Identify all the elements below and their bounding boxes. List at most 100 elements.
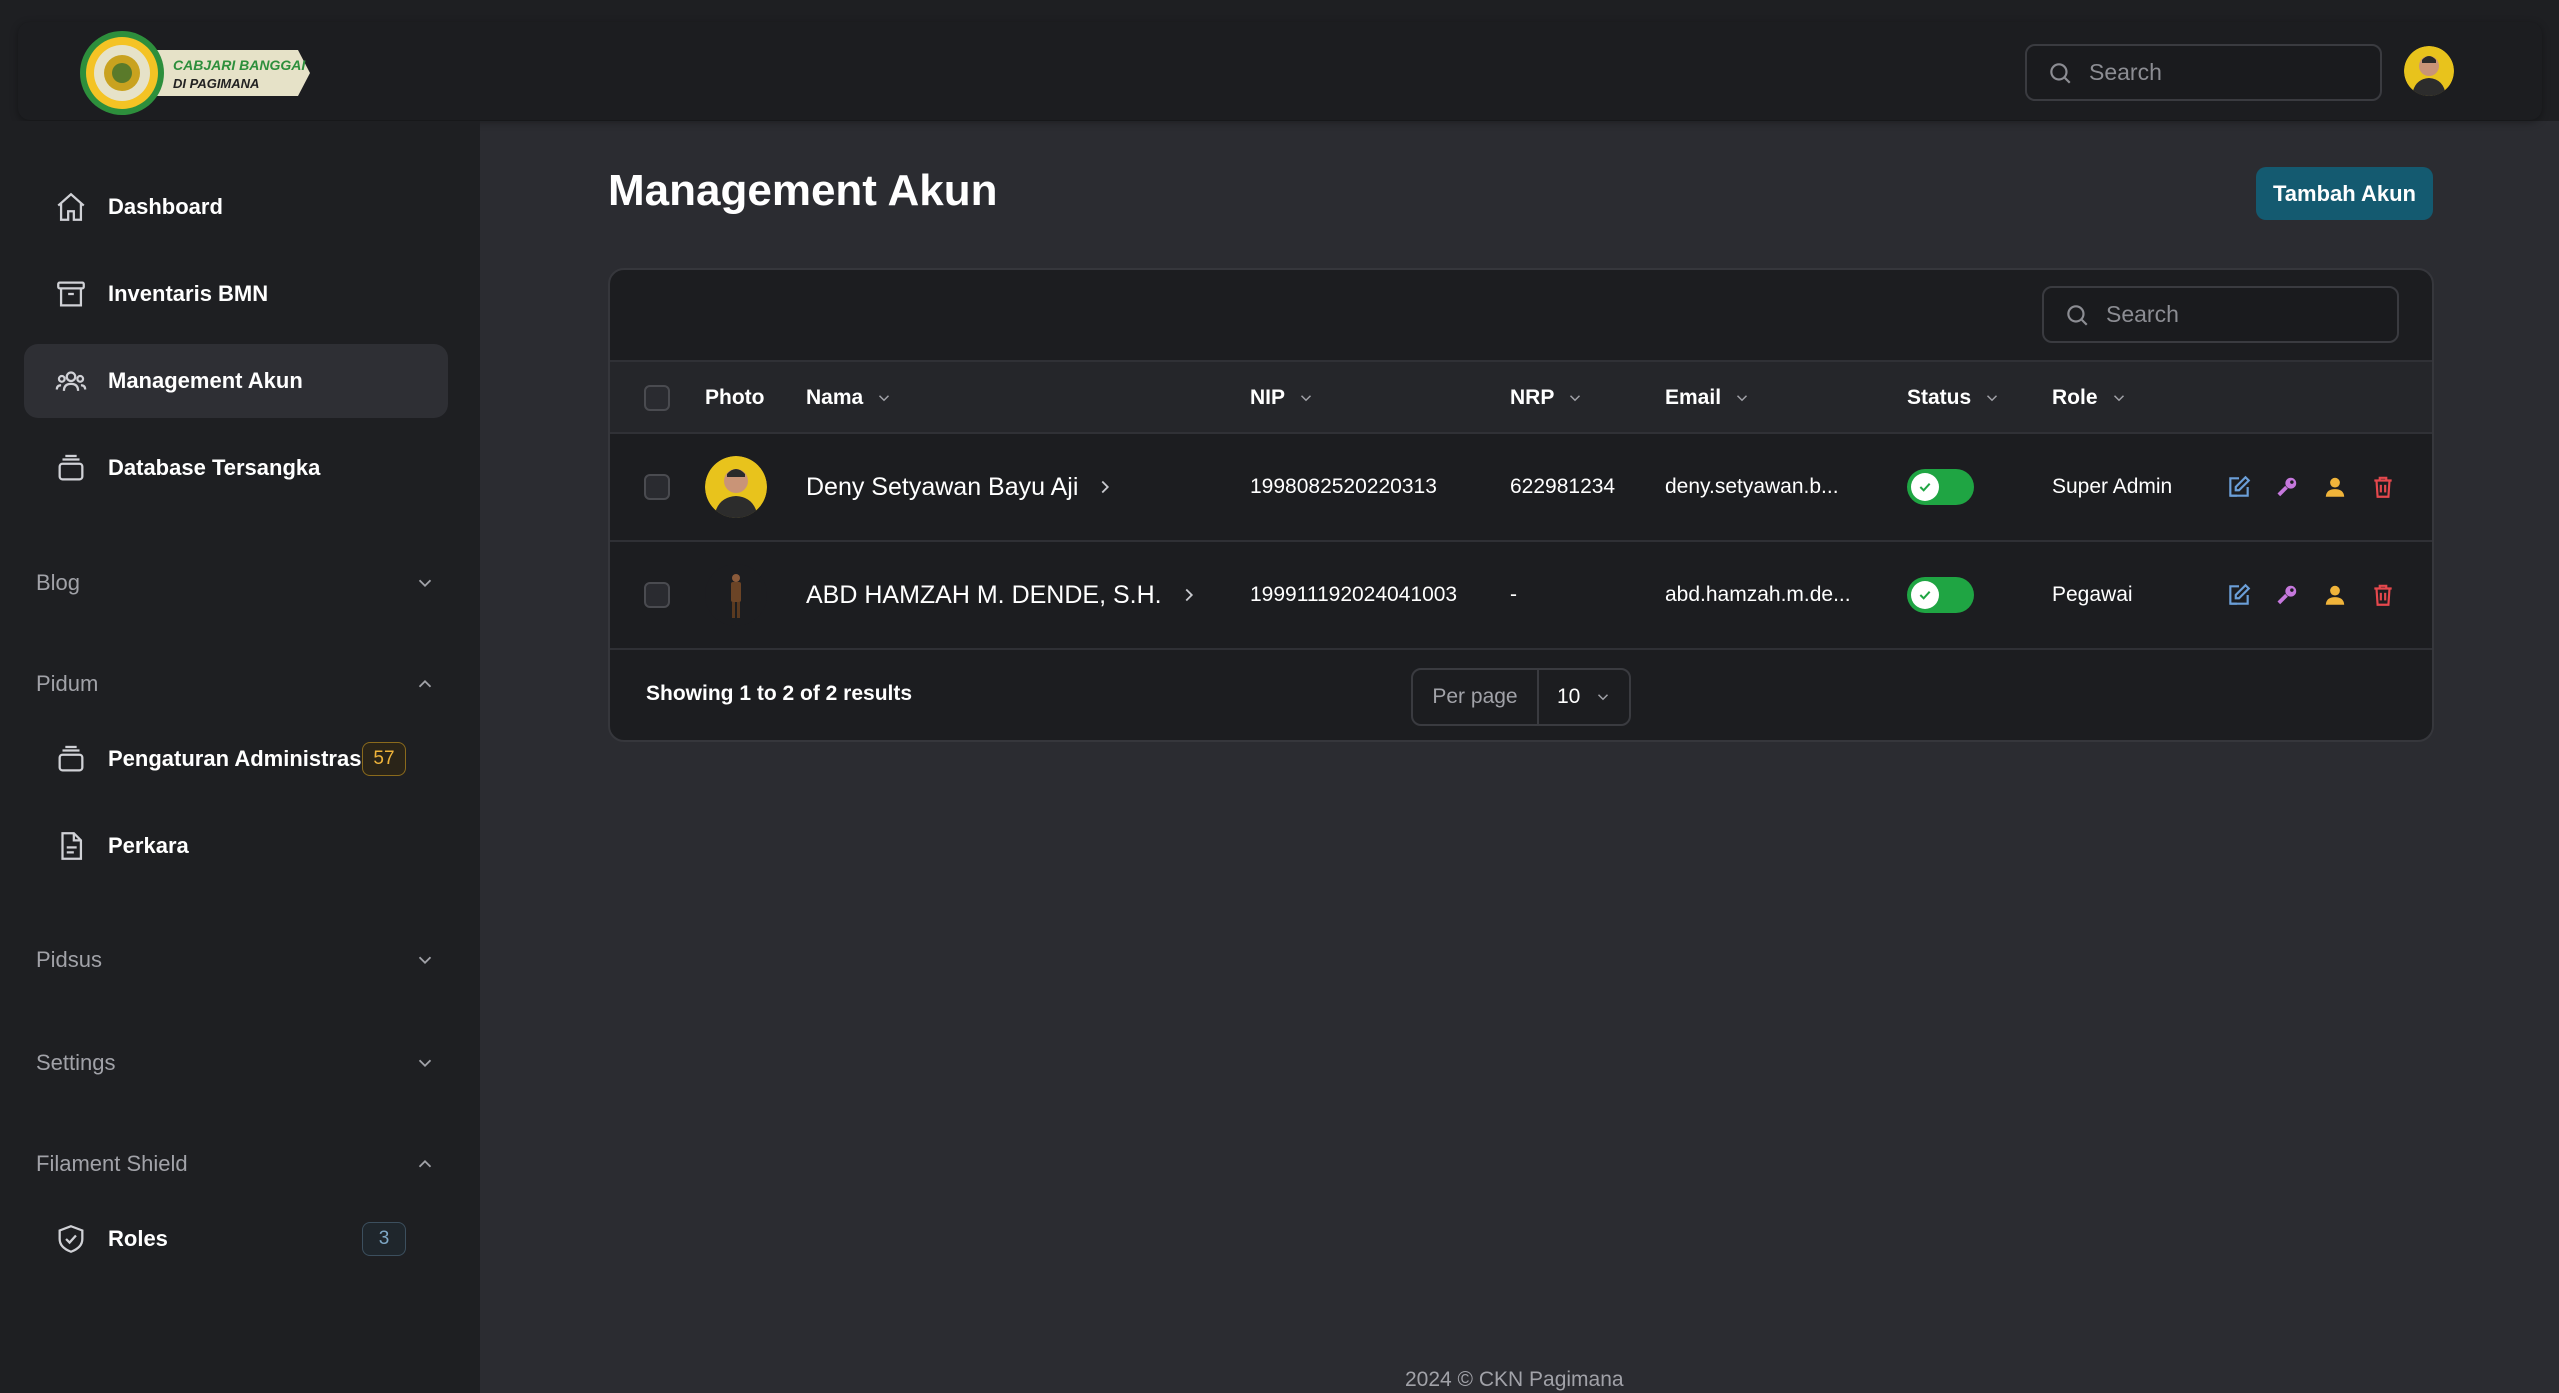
chevron-down-icon bbox=[879, 395, 890, 402]
sidebar-item-label: Pengaturan Administrasi bbox=[108, 746, 368, 771]
chevron-down-icon bbox=[2113, 395, 2124, 402]
sidebar-group-label: Pidum bbox=[36, 671, 99, 696]
column-nip[interactable]: NIP bbox=[1250, 362, 1315, 434]
global-search-input[interactable]: Search bbox=[2025, 44, 2382, 101]
role-cell: Pegawai bbox=[2052, 583, 2133, 606]
per-page-value[interactable]: 10 bbox=[1539, 670, 1629, 724]
sidebar-item-perkara[interactable]: Perkara bbox=[24, 809, 448, 883]
brand-line-2: DI PAGIMANA bbox=[173, 76, 259, 91]
key-icon[interactable] bbox=[2274, 474, 2300, 500]
chevron-down-icon bbox=[1987, 395, 1998, 402]
sidebar-item-dashboard[interactable]: Dashboard bbox=[24, 170, 448, 244]
user-photo bbox=[705, 564, 767, 626]
nip-cell: 1998082520220313 bbox=[1250, 475, 1437, 498]
sidebar-item-label: Perkara bbox=[108, 833, 189, 858]
row-checkbox[interactable] bbox=[644, 582, 670, 608]
user-name-link[interactable]: Deny Setyawan Bayu Aji bbox=[806, 434, 1116, 540]
add-account-button[interactable]: Tambah Akun bbox=[2256, 167, 2433, 220]
sidebar-item-inventaris-bmn[interactable]: Inventaris BMN bbox=[24, 257, 448, 331]
chevron-down-icon bbox=[1598, 694, 1609, 701]
column-status[interactable]: Status bbox=[1907, 362, 2001, 434]
chevron-down-icon bbox=[418, 956, 432, 965]
shield-check-icon bbox=[58, 1225, 84, 1253]
user-photo bbox=[705, 456, 767, 518]
nrp-cell: 622981234 bbox=[1510, 475, 1616, 498]
archive-icon bbox=[57, 281, 85, 307]
table-row[interactable]: ABD HAMZAH M. DENDE, S.H. 19991119202404… bbox=[610, 542, 2432, 650]
footer-copyright: 2024 © CKN Pagimana bbox=[1405, 1368, 1624, 1391]
sidebar-item-label: Roles bbox=[108, 1226, 168, 1251]
users-icon bbox=[55, 371, 87, 391]
email-cell: abd.hamzah.m.de... bbox=[1665, 583, 1851, 606]
role-cell: Super Admin bbox=[2052, 475, 2173, 498]
user-name-link[interactable]: ABD HAMZAH M. DENDE, S.H. bbox=[806, 542, 1200, 648]
sidebar-item-label: Inventaris BMN bbox=[108, 281, 269, 306]
count-badge: 57 bbox=[362, 742, 406, 776]
sidebar-group-filament-shield[interactable]: Filament Shield bbox=[36, 1144, 436, 1184]
sidebar-group-pidsus[interactable]: Pidsus bbox=[36, 940, 436, 980]
table-header: Photo Nama NIP NRP Email Status Role bbox=[610, 360, 2432, 434]
column-nrp[interactable]: NRP bbox=[1510, 362, 1584, 434]
chevron-down-icon bbox=[1570, 395, 1581, 402]
per-page-label: Per page bbox=[1413, 670, 1539, 724]
chevron-right-icon bbox=[1101, 480, 1110, 494]
brand-line-1: CABJARI BANGGAI bbox=[173, 57, 306, 73]
email-cell: deny.setyawan.b... bbox=[1665, 475, 1839, 498]
chevron-down-icon bbox=[1300, 395, 1312, 402]
sidebar-item-pengaturan-administrasi[interactable]: Pengaturan Administrasi 57 bbox=[24, 722, 448, 796]
search-icon bbox=[2050, 62, 2071, 84]
edit-icon[interactable] bbox=[2226, 582, 2252, 608]
brand-logo[interactable]: CABJARI BANGGAI DI PAGIMANA bbox=[80, 28, 310, 118]
select-all-checkbox[interactable] bbox=[644, 385, 670, 411]
per-page-select[interactable]: Per page 10 bbox=[1411, 668, 1631, 726]
status-toggle[interactable] bbox=[1907, 469, 1974, 505]
key-icon[interactable] bbox=[2274, 582, 2300, 608]
chevron-up-icon bbox=[418, 679, 432, 688]
trash-icon[interactable] bbox=[2370, 474, 2396, 500]
sidebar-group-blog[interactable]: Blog bbox=[36, 563, 436, 603]
trash-icon[interactable] bbox=[2370, 582, 2396, 608]
user-icon[interactable] bbox=[2322, 582, 2348, 608]
document-icon bbox=[61, 832, 83, 860]
table-search-placeholder: Search bbox=[2106, 301, 2179, 327]
search-icon bbox=[2067, 304, 2088, 326]
column-nama[interactable]: Nama bbox=[806, 362, 893, 434]
chevron-down-icon bbox=[418, 579, 432, 588]
sidebar-item-roles[interactable]: Roles 3 bbox=[24, 1202, 448, 1276]
table-row[interactable]: Deny Setyawan Bayu Aji 1998082520220313 … bbox=[610, 434, 2432, 542]
count-badge: 3 bbox=[362, 1222, 406, 1256]
chevron-up-icon bbox=[418, 1159, 432, 1168]
sidebar-group-pidum[interactable]: Pidum bbox=[36, 664, 436, 704]
column-photo: Photo bbox=[705, 386, 765, 409]
chevron-right-icon bbox=[1185, 588, 1193, 602]
stack-icon bbox=[58, 745, 84, 772]
nrp-cell: - bbox=[1510, 583, 1517, 606]
nip-cell: 199911192024041003 bbox=[1250, 583, 1458, 606]
sidebar-item-management-akun[interactable]: Management Akun bbox=[24, 344, 448, 418]
row-checkbox[interactable] bbox=[644, 474, 670, 500]
edit-icon[interactable] bbox=[2226, 474, 2252, 500]
user-avatar[interactable] bbox=[2404, 46, 2454, 96]
sidebar-group-label: Filament Shield bbox=[36, 1151, 188, 1176]
chevron-down-icon bbox=[418, 1059, 432, 1068]
stack-icon bbox=[58, 454, 84, 481]
sidebar-group-label: Blog bbox=[36, 570, 81, 595]
check-icon bbox=[1919, 590, 1931, 600]
accounts-table: Search Photo Nama NIP NRP Email Status R… bbox=[608, 268, 2434, 742]
page-title: Management Akun bbox=[608, 166, 998, 215]
sidebar-group-label: Pidsus bbox=[36, 947, 103, 972]
sidebar-item-label: Management Akun bbox=[108, 368, 303, 393]
global-search-placeholder: Search bbox=[2089, 59, 2162, 85]
sidebar-item-label: Database Tersangka bbox=[108, 455, 321, 480]
sidebar-group-settings[interactable]: Settings bbox=[36, 1043, 436, 1083]
user-icon[interactable] bbox=[2322, 474, 2348, 500]
table-search-input[interactable]: Search bbox=[2042, 286, 2399, 343]
check-icon bbox=[1919, 482, 1931, 492]
status-toggle[interactable] bbox=[1907, 577, 1974, 613]
column-email[interactable]: Email bbox=[1665, 362, 1751, 434]
chevron-down-icon bbox=[1737, 395, 1748, 402]
sidebar-group-label: Settings bbox=[36, 1050, 116, 1075]
home-icon bbox=[57, 192, 85, 221]
column-role[interactable]: Role bbox=[2052, 362, 2128, 434]
sidebar-item-database-tersangka[interactable]: Database Tersangka bbox=[24, 431, 448, 505]
